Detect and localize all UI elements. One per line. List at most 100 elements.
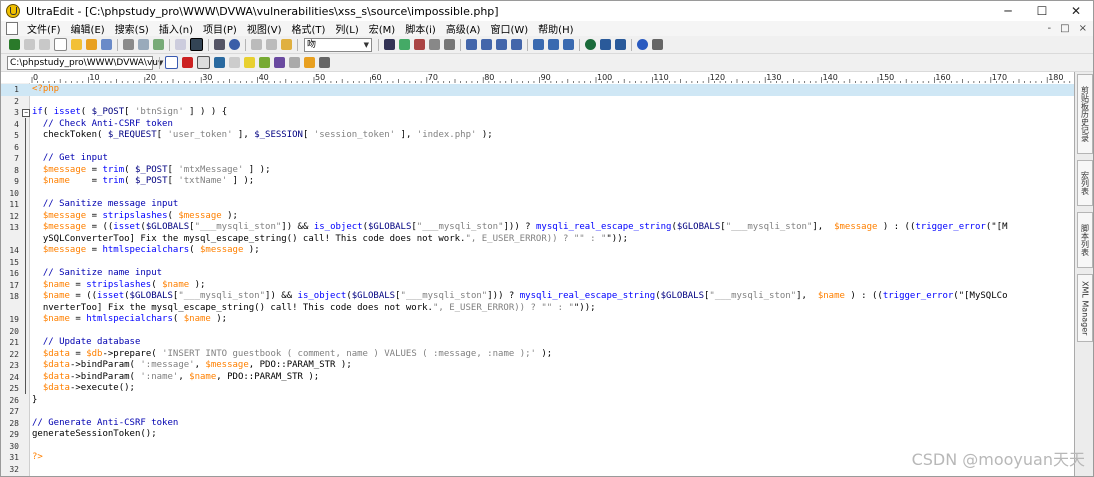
ftp-icon[interactable] <box>585 39 596 50</box>
code-line[interactable]: 29 generateSessionToken(); <box>1 429 1074 441</box>
spell-check-icon[interactable] <box>274 57 285 68</box>
code-line[interactable]: 21 // Update database <box>1 337 1074 349</box>
open-folder-icon[interactable] <box>71 39 82 50</box>
find-in-files-icon[interactable] <box>429 39 440 50</box>
stackoverflow-icon[interactable] <box>214 57 225 68</box>
code-line[interactable]: 10 <box>1 188 1074 200</box>
code-line[interactable]: 7 // Get input <box>1 153 1074 165</box>
code-line[interactable]: 6 <box>1 142 1074 154</box>
code-line[interactable]: nverterToo] Fix the mysql_escape_string(… <box>1 303 1074 315</box>
code-line[interactable]: 17 $name = stripslashes( $name ); <box>1 280 1074 292</box>
new-file-icon[interactable] <box>54 38 67 51</box>
back-icon[interactable] <box>24 39 35 50</box>
google-search-icon[interactable] <box>165 56 178 69</box>
info-icon[interactable] <box>637 39 648 50</box>
code-line[interactable]: 15 <box>1 257 1074 269</box>
code-line[interactable]: 23 $data->bindParam( ':message', $messag… <box>1 360 1074 372</box>
layout-icon[interactable] <box>548 39 559 50</box>
doc-minimize-button[interactable]: - <box>1048 21 1052 36</box>
code-line[interactable]: 2 <box>1 96 1074 108</box>
doc-restore-button[interactable]: □ <box>1060 21 1069 36</box>
code-line[interactable]: 3− if( isset( $_POST[ 'btnSign' ] ) ) { <box>1 107 1074 119</box>
menu-advanced[interactable]: 高级(A) <box>441 21 486 36</box>
link-icon[interactable] <box>289 57 300 68</box>
code-line[interactable]: 12 $message = stripslashes( $message ); <box>1 211 1074 223</box>
replace-icon[interactable] <box>414 39 425 50</box>
find-icon[interactable] <box>384 39 395 50</box>
window-list-icon[interactable] <box>563 39 574 50</box>
wikipedia-icon[interactable] <box>197 56 210 69</box>
code-line[interactable]: 5 checkToken( $_REQUEST[ 'user_token' ],… <box>1 130 1074 142</box>
code-line[interactable]: 27 <box>1 406 1074 418</box>
replace-in-files-icon[interactable] <box>444 39 455 50</box>
find-next-icon[interactable] <box>399 39 410 50</box>
menu-search[interactable]: 搜索(S) <box>110 21 154 36</box>
forward-icon[interactable] <box>39 39 50 50</box>
code-line[interactable]: 26} <box>1 395 1074 407</box>
script-run-icon[interactable] <box>304 57 315 68</box>
close-button[interactable]: ✕ <box>1059 1 1093 21</box>
notes-icon[interactable] <box>244 57 255 68</box>
print-preview-icon[interactable] <box>138 39 149 50</box>
code-line[interactable]: 16 // Sanitize name input <box>1 268 1074 280</box>
settings-icon[interactable] <box>652 39 663 50</box>
open-recent-icon[interactable] <box>86 39 97 50</box>
maximize-button[interactable]: ☐ <box>1025 1 1059 21</box>
document-icon[interactable] <box>6 22 18 35</box>
menu-project[interactable]: 项目(P) <box>198 21 242 36</box>
minimize-button[interactable]: ─ <box>991 1 1025 21</box>
code-line[interactable]: 24 $data->bindParam( ':name', $name, PDO… <box>1 372 1074 384</box>
lightbulb-icon[interactable] <box>229 57 240 68</box>
code-line[interactable]: 25 $data->execute(); <box>1 383 1074 395</box>
print-icon[interactable] <box>123 39 134 50</box>
properties-icon[interactable] <box>175 39 186 50</box>
fold-toggle-icon[interactable]: − <box>22 109 30 117</box>
code-line[interactable]: 18 $name = ((isset($GLOBALS["___mysqli_s… <box>1 291 1074 303</box>
path-combo[interactable]: C:\phpstudy_pro\WWW\DVWA\vu ▼ <box>7 55 163 70</box>
copy-icon[interactable] <box>266 39 277 50</box>
code-line[interactable]: 19 $name = htmlspecialchars( $name ); <box>1 314 1074 326</box>
menu-view[interactable]: 视图(V) <box>242 21 287 36</box>
code-line[interactable]: 20 <box>1 326 1074 338</box>
page-setup-icon[interactable] <box>153 39 164 50</box>
code-line[interactable]: 9 $name = trim( $_POST[ 'txtName' ] ); <box>1 176 1074 188</box>
code-line[interactable]: 14 $message = htmlspecialchars( $message… <box>1 245 1074 257</box>
clipboard-history-tab[interactable]: 剪贴板历史记录 <box>1077 74 1093 154</box>
menu-insert[interactable]: 插入(n) <box>154 21 198 36</box>
tile-horizontal-icon[interactable] <box>466 39 477 50</box>
yahoo-search-icon[interactable] <box>182 57 193 68</box>
menu-format[interactable]: 格式(T) <box>286 21 330 36</box>
pin-icon[interactable] <box>9 39 20 50</box>
paste-icon[interactable] <box>281 39 292 50</box>
tools-icon[interactable] <box>615 39 626 50</box>
word-wrap-icon[interactable] <box>190 38 203 51</box>
code-line[interactable]: 28 // Generate Anti-CSRF token <box>1 418 1074 430</box>
cascade-icon[interactable] <box>496 39 507 50</box>
hex-mode-icon[interactable] <box>214 39 225 50</box>
tile-vertical-icon[interactable] <box>481 39 492 50</box>
code-line[interactable]: 13 $message = ((isset($GLOBALS["___mysql… <box>1 222 1074 234</box>
xml-manager-tab[interactable]: XML Manager <box>1077 274 1093 342</box>
menu-macro[interactable]: 宏(M) <box>364 21 400 36</box>
code-line[interactable]: 1 <?php <box>1 84 1074 96</box>
toolbar-options-icon[interactable] <box>319 57 330 68</box>
font-combo[interactable]: 吻 ▼ <box>304 37 372 52</box>
code-line[interactable]: ySQLConverterToo] Fix the mysql_escape_s… <box>1 234 1074 246</box>
code-line[interactable]: 4 // Check Anti-CSRF token <box>1 119 1074 131</box>
menu-edit[interactable]: 编辑(E) <box>66 21 110 36</box>
code-editor[interactable]: 1 <?php 2 3− if( isset( $_POST[ 'btnSign' ] … <box>1 83 1074 476</box>
doc-close-button[interactable]: × <box>1079 21 1087 36</box>
code-line[interactable]: 11 // Sanitize message input <box>1 199 1074 211</box>
menu-help[interactable]: 帮助(H) <box>533 21 578 36</box>
bookmark-icon[interactable] <box>259 57 270 68</box>
code-line[interactable]: 8 $message = trim( $_POST[ 'mtxMessage' … <box>1 165 1074 177</box>
column-mode-icon[interactable] <box>511 39 522 50</box>
macro-list-tab[interactable]: 宏列表 <box>1077 160 1093 206</box>
script-list-tab[interactable]: 脚本列表 <box>1077 212 1093 268</box>
web-browser-icon[interactable] <box>229 39 240 50</box>
split-window-icon[interactable] <box>533 39 544 50</box>
save-icon[interactable] <box>101 39 112 50</box>
menu-file[interactable]: 文件(F) <box>22 21 66 36</box>
menu-script[interactable]: 脚本(i) <box>400 21 441 36</box>
menu-window[interactable]: 窗口(W) <box>485 21 533 36</box>
